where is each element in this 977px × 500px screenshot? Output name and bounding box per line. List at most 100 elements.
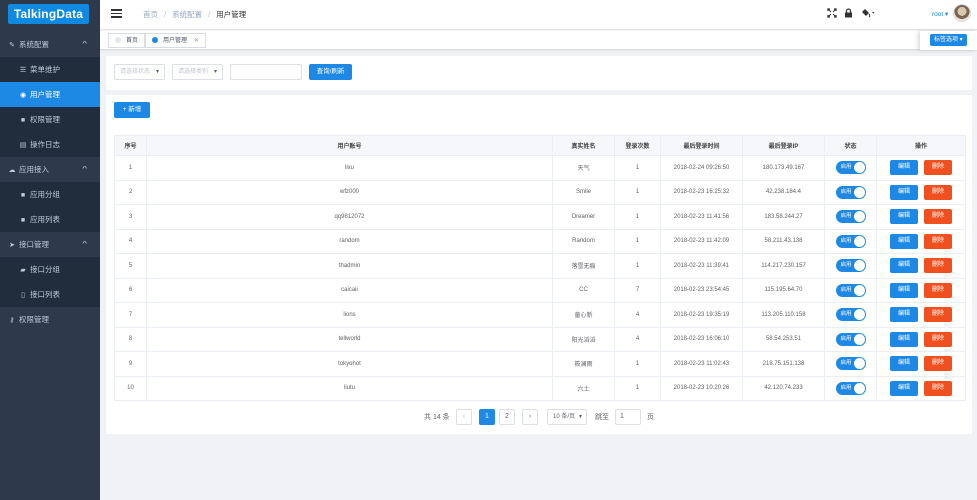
status-toggle[interactable]: 启用 <box>835 259 866 273</box>
delete-button[interactable]: 删除 <box>924 282 952 298</box>
edit-button[interactable]: 编辑 <box>890 282 918 298</box>
delete-button[interactable]: 删除 <box>924 380 952 396</box>
sidebar-item-label: 应用列表 <box>30 215 60 224</box>
file-icon: ▯ <box>21 292 25 299</box>
prev-page-button[interactable]: ‹ <box>456 409 472 425</box>
page-unit-label: 页 <box>647 414 654 421</box>
breadcrumb-home[interactable]: 首页 <box>143 10 158 19</box>
status-toggle[interactable]: 启用 <box>835 185 866 199</box>
status-toggle[interactable]: 启用 <box>835 210 866 224</box>
category-select[interactable]: 请选择类别 ▾ <box>172 64 223 80</box>
sidebar-item-label: 用户管理 <box>30 90 60 99</box>
delete-button[interactable]: 删除 <box>924 356 952 372</box>
cell-actions: 编辑 删除 <box>876 302 966 328</box>
cell-index: 1 <box>114 155 147 181</box>
page-button-1[interactable]: 1 <box>479 409 495 425</box>
sidebar-item-1[interactable]: ☰ 菜单维护 <box>0 57 100 82</box>
breadcrumb-system-config[interactable]: 系统配置 <box>172 10 202 19</box>
tag-dot-icon <box>115 37 121 43</box>
edit-button[interactable]: 编辑 <box>890 356 918 372</box>
toggle-knob <box>853 235 865 247</box>
delete-button[interactable]: 删除 <box>924 331 952 347</box>
next-page-button[interactable]: › <box>522 409 538 425</box>
lock-icon[interactable] <box>844 8 853 21</box>
grid-icon: ■ <box>20 192 26 199</box>
edit-button[interactable]: 编辑 <box>890 331 918 347</box>
sidebar-item-9[interactable]: ▰ 接口分组 <box>0 257 100 282</box>
edit-button[interactable]: 编辑 <box>890 380 918 396</box>
sidebar-item-label: 应用接入 <box>19 165 49 174</box>
table-row: 8 tellworld 阳光滔滔 4 2018-02-23 16:06:10 58.54.… <box>114 326 966 352</box>
cell-account: liutu <box>146 375 553 401</box>
search-input[interactable] <box>230 64 302 80</box>
cell-actions: 编辑 删除 <box>876 375 966 401</box>
cell-last-login-ip: 58.54.253.51 <box>742 326 825 352</box>
cell-last-login-time: 2018-02-23 11:39:41 <box>660 253 743 279</box>
sidebar-item-7[interactable]: ■ 应用列表 <box>0 207 100 232</box>
close-icon[interactable]: ✕ <box>194 38 199 44</box>
delete-button[interactable]: 删除 <box>924 160 952 176</box>
chevron-down-icon: ▾ <box>155 69 159 75</box>
edit-button[interactable]: 编辑 <box>890 209 918 225</box>
page-size-value: 10 条/页 <box>553 414 576 420</box>
col-header-index: 序号 <box>114 135 147 156</box>
theme-icon[interactable] <box>861 8 877 21</box>
edit-button[interactable]: 编辑 <box>890 233 918 249</box>
edit-button[interactable]: 编辑 <box>890 258 918 274</box>
toggle-knob <box>853 211 865 223</box>
status-toggle[interactable]: 启用 <box>835 161 866 175</box>
fullscreen-icon[interactable] <box>827 8 837 21</box>
hamburger-icon[interactable] <box>111 9 122 18</box>
sidebar-item-3[interactable]: ■ 权限管理 <box>0 107 100 132</box>
sidebar-item-5[interactable]: ☁ 应用接入 ^ <box>0 157 100 182</box>
sidebar-item-11[interactable]: ⚷ 权限管理 <box>0 307 100 332</box>
status-toggle-label: 启用 <box>840 213 852 220</box>
status-toggle[interactable]: 启用 <box>835 357 866 371</box>
table-row: 10 liutu 六土 1 2018-02-23 10:20:26 42.120.74.2… <box>114 375 966 401</box>
tag-options-button[interactable]: 标签选项 ▾ <box>930 34 967 46</box>
sidebar-item-6[interactable]: ■ 应用分组 <box>0 182 100 207</box>
sidebar-item-10[interactable]: ▯ 接口列表 <box>0 282 100 307</box>
cell-actions: 编辑 删除 <box>876 228 966 254</box>
delete-button[interactable]: 删除 <box>924 233 952 249</box>
tag-label: 首页 <box>126 38 139 44</box>
cell-account: lions <box>146 302 553 328</box>
tag-home[interactable]: 首页 <box>108 33 145 48</box>
delete-button[interactable]: 删除 <box>924 184 952 200</box>
delete-button[interactable]: 删除 <box>924 258 952 274</box>
sidebar-item-4[interactable]: ▤ 操作日志 <box>0 132 100 157</box>
status-toggle[interactable]: 启用 <box>835 234 866 248</box>
delete-button[interactable]: 删除 <box>924 209 952 225</box>
cell-last-login-ip: 42.238.184.4 <box>742 179 825 205</box>
query-refresh-button[interactable]: 查询/刷新 <box>309 64 352 80</box>
status-toggle[interactable]: 启用 <box>835 381 866 395</box>
delete-button[interactable]: 删除 <box>924 307 952 323</box>
add-button[interactable]: + 新增 <box>114 102 150 118</box>
status-toggle[interactable]: 启用 <box>835 332 866 346</box>
sidebar-item-label: 应用分组 <box>30 190 60 199</box>
cell-account: tellworld <box>146 326 553 352</box>
cell-real-name: Dreamer <box>552 204 615 230</box>
page-button-2[interactable]: 2 <box>499 409 515 425</box>
sidebar-item-0[interactable]: ✎ 系统配置 ^ <box>0 32 100 57</box>
tag-options-label: 标签选项 <box>934 37 959 43</box>
status-toggle-label: 启用 <box>840 335 852 342</box>
jump-page-input[interactable]: 1 <box>615 409 641 425</box>
table-row: 1 lixu 天气 1 2018-02-24 09:26:50 180.173.49.16… <box>114 155 966 181</box>
page-size-select[interactable]: 10 条/页 ▾ <box>547 409 587 425</box>
avatar[interactable] <box>953 4 971 22</box>
edit-button[interactable]: 编辑 <box>890 184 918 200</box>
sidebar-item-2[interactable]: ◉ 用户管理 <box>0 82 100 107</box>
status-select[interactable]: 请选择状态 ▾ <box>114 64 165 80</box>
edit-button[interactable]: 编辑 <box>890 160 918 176</box>
brand-logo[interactable]: TalkingData <box>8 4 89 24</box>
tag-user-management[interactable]: 用户管理 ✕ <box>145 33 206 48</box>
edit-button[interactable]: 编辑 <box>890 307 918 323</box>
user-menu[interactable]: root ▾ <box>932 10 948 18</box>
top-navbar: 首页 / 系统配置 / 用户管理 root ▾ <box>100 0 977 30</box>
cell-real-name: CC <box>552 277 615 303</box>
status-toggle[interactable]: 启用 <box>835 283 866 297</box>
status-toggle[interactable]: 启用 <box>835 308 866 322</box>
status-toggle-label: 启用 <box>840 188 852 195</box>
sidebar-item-8[interactable]: ➤ 接口管理 ^ <box>0 232 100 257</box>
